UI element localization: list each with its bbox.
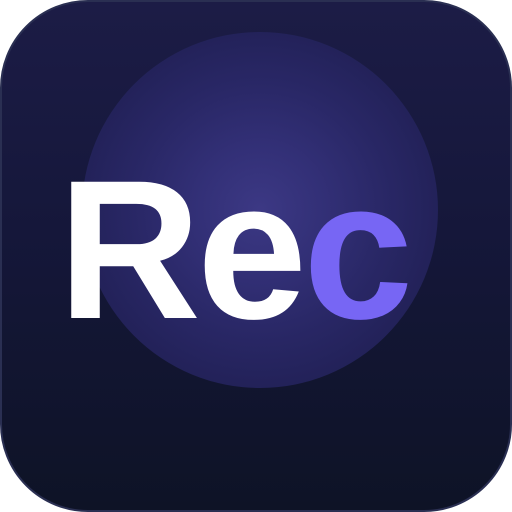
app-icon[interactable]: Rec bbox=[0, 0, 512, 512]
logo-text-accent: c bbox=[303, 139, 413, 360]
logo-text-main: Re bbox=[58, 139, 307, 360]
app-logo-wordmark: Rec bbox=[58, 139, 413, 360]
